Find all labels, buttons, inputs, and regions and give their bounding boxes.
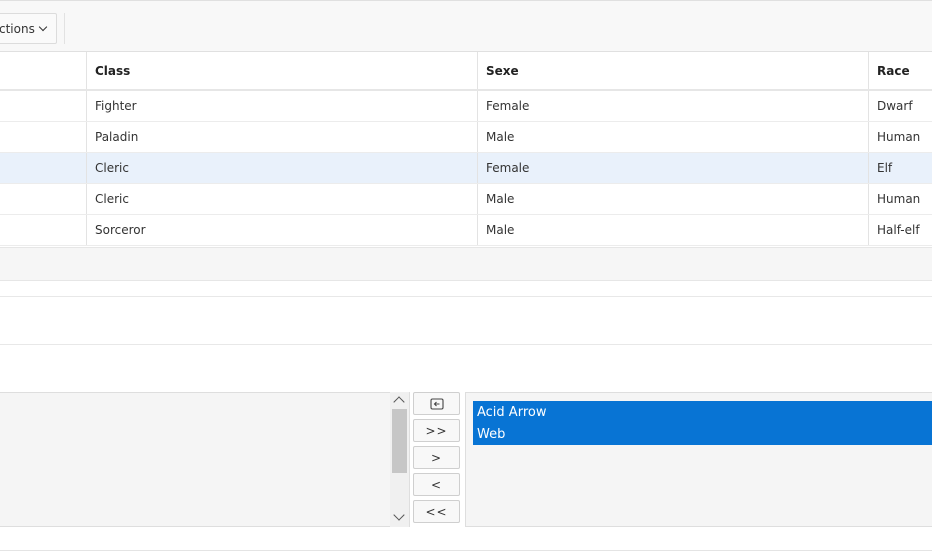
shuttle-selected-option[interactable]: Acid Arrow bbox=[473, 401, 932, 423]
cell-race[interactable]: Human bbox=[869, 122, 932, 152]
cell-name[interactable] bbox=[0, 153, 87, 183]
cell-class[interactable]: Cleric bbox=[87, 153, 478, 183]
cell-race[interactable]: Elf bbox=[869, 153, 932, 183]
cell-name[interactable] bbox=[0, 91, 87, 121]
table-row[interactable]: Sorceror Male Half-elf bbox=[0, 215, 932, 246]
shuttle-reset-button[interactable] bbox=[413, 392, 460, 415]
grid-toolbar: ctions bbox=[0, 0, 932, 52]
column-header[interactable] bbox=[0, 52, 87, 89]
column-header-class[interactable]: Class bbox=[87, 52, 478, 89]
region-divider bbox=[0, 344, 932, 345]
cell-class[interactable]: Paladin bbox=[87, 122, 478, 152]
cell-class[interactable]: Fighter bbox=[87, 91, 478, 121]
cell-class[interactable]: Sorceror bbox=[87, 215, 478, 245]
region-divider bbox=[0, 550, 932, 551]
table-row-selected[interactable]: Cleric Female Elf bbox=[0, 153, 932, 184]
shuttle-move-button[interactable]: > bbox=[413, 446, 460, 469]
reset-icon bbox=[429, 397, 444, 410]
cell-sexe[interactable]: Male bbox=[478, 215, 869, 245]
shuttle-move-all-button[interactable]: >> bbox=[413, 419, 460, 442]
shuttle-remove-button[interactable]: < bbox=[413, 473, 460, 496]
table-row[interactable]: Cleric Male Human bbox=[0, 184, 932, 215]
cell-sexe[interactable]: Male bbox=[478, 184, 869, 214]
column-header-sexe[interactable]: Sexe bbox=[478, 52, 869, 89]
region-divider bbox=[0, 296, 932, 297]
cell-sexe[interactable]: Female bbox=[478, 153, 869, 183]
shuttle-remove-all-button[interactable]: << bbox=[413, 500, 460, 523]
cell-race[interactable]: Dwarf bbox=[869, 91, 932, 121]
grid-footer bbox=[0, 247, 932, 281]
shuttle-available-list[interactable] bbox=[0, 392, 410, 527]
actions-menu-button[interactable]: ctions bbox=[0, 13, 57, 44]
scroll-thumb[interactable] bbox=[392, 409, 407, 473]
grid-header: Class Sexe Race bbox=[0, 52, 932, 91]
cell-name[interactable] bbox=[0, 184, 87, 214]
actions-menu-label: ctions bbox=[0, 21, 35, 36]
toolbar-separator bbox=[64, 13, 65, 44]
cell-race[interactable]: Human bbox=[869, 184, 932, 214]
cell-sexe[interactable]: Female bbox=[478, 91, 869, 121]
shuttle-selected-option[interactable]: Web bbox=[473, 423, 932, 445]
scroll-up-icon[interactable] bbox=[393, 396, 405, 408]
table-row[interactable]: Paladin Male Human bbox=[0, 122, 932, 153]
cell-name[interactable] bbox=[0, 215, 87, 245]
cell-sexe[interactable]: Male bbox=[478, 122, 869, 152]
table-row[interactable]: Fighter Female Dwarf bbox=[0, 91, 932, 122]
cell-race[interactable]: Half-elf bbox=[869, 215, 932, 245]
interactive-grid: Class Sexe Race Fighter Female Dwarf Pal… bbox=[0, 52, 932, 246]
scroll-down-icon[interactable] bbox=[393, 509, 405, 521]
cell-name[interactable] bbox=[0, 122, 87, 152]
shuttle-scrollbar[interactable] bbox=[390, 392, 409, 527]
column-header-race[interactable]: Race bbox=[869, 52, 932, 89]
chevron-down-icon bbox=[38, 22, 48, 31]
cell-class[interactable]: Cleric bbox=[87, 184, 478, 214]
